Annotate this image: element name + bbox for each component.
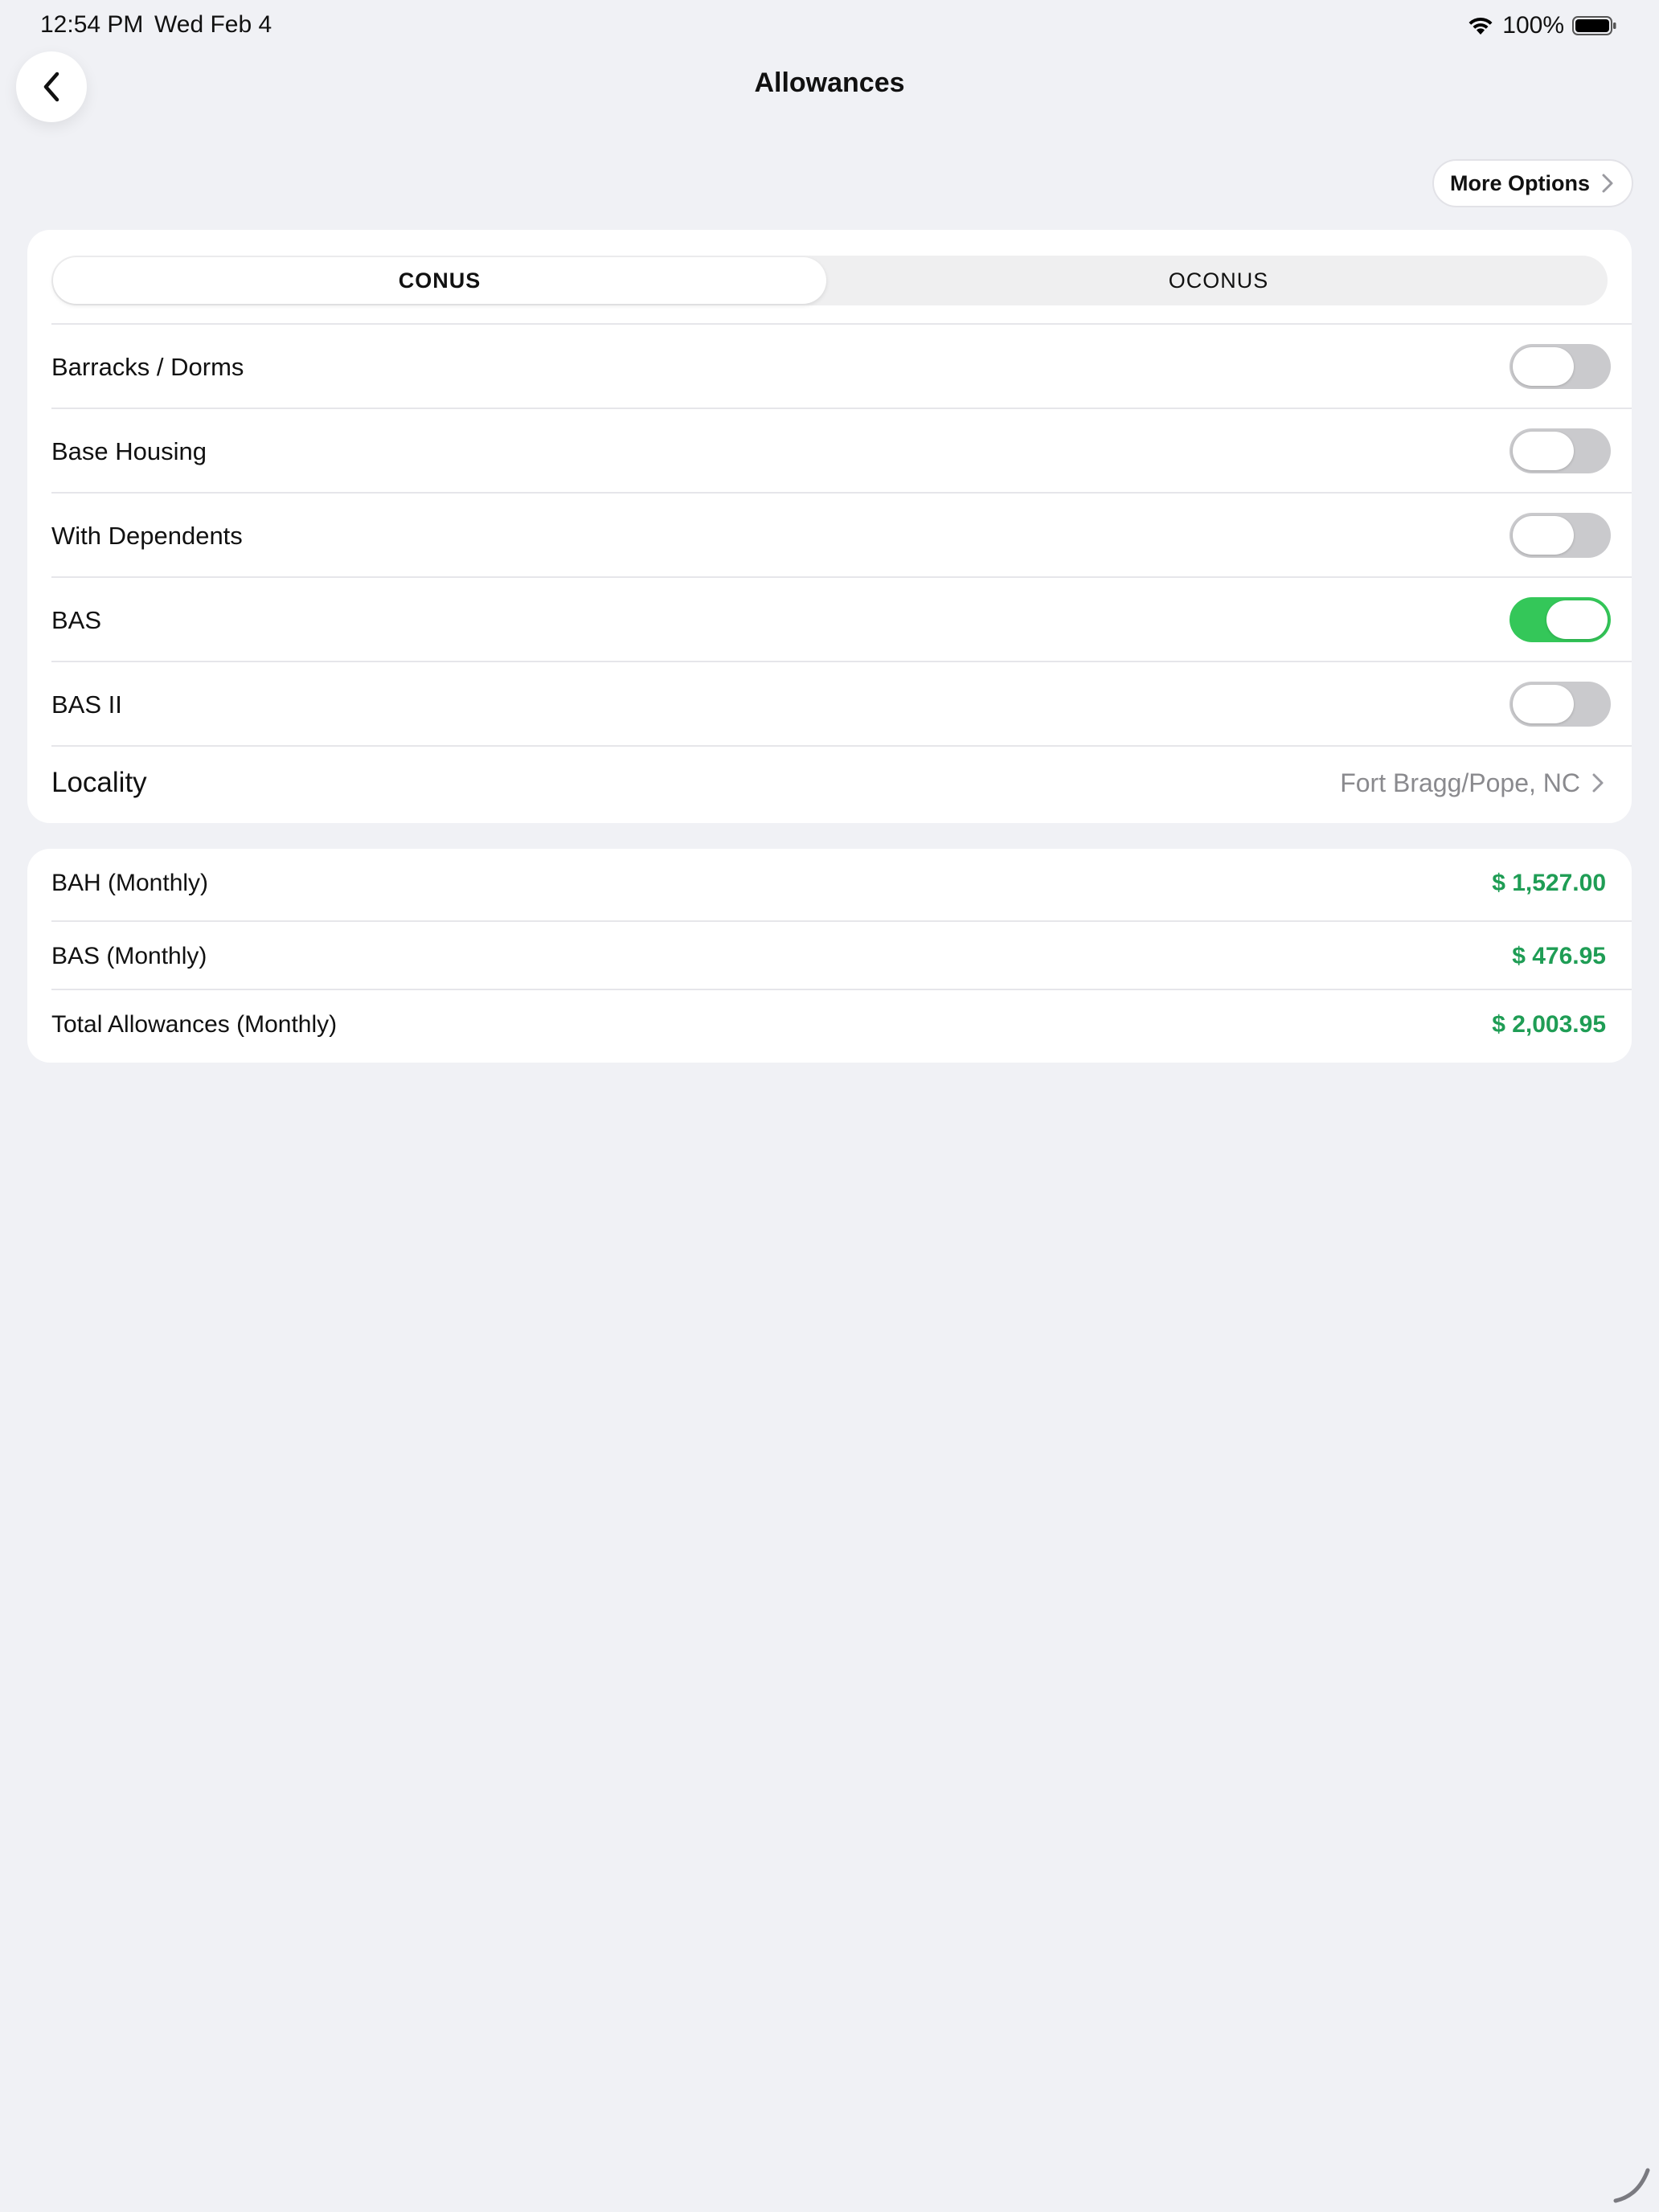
toggle-row-bas: BAS (51, 576, 1632, 661)
toggle-row-bas-ii: BAS II (51, 661, 1632, 745)
segment-conus[interactable]: CONUS (53, 257, 826, 304)
toggle-label: BAS (51, 606, 102, 634)
toggle-label: Barracks / Dorms (51, 353, 244, 381)
total-label: Total Allowances (Monthly) (51, 1011, 338, 1038)
locality-row[interactable]: Locality Fort Bragg/Pope, NC (51, 745, 1632, 823)
total-value: $ 2,003.95 (1492, 1011, 1606, 1038)
toggle-row-barracks: Barracks / Dorms (51, 323, 1632, 408)
total-value: $ 476.95 (1512, 943, 1606, 969)
locality-value: Fort Bragg/Pope, NC (1340, 768, 1580, 797)
total-label: BAH (Monthly) (51, 870, 209, 896)
chevron-right-icon (1592, 773, 1604, 793)
bas-toggle[interactable] (1509, 597, 1611, 642)
segment-oconus[interactable]: OCONUS (830, 256, 1608, 305)
toggle-label: BAS II (51, 690, 122, 719)
with-dependents-toggle[interactable] (1509, 513, 1611, 558)
more-options-button[interactable]: More Options (1432, 159, 1633, 207)
totals-card: BAH (Monthly) $ 1,527.00 BAS (Monthly) $… (27, 849, 1632, 1063)
total-value: $ 1,527.00 (1492, 870, 1606, 896)
toggle-row-base-housing: Base Housing (51, 408, 1632, 492)
locality-label: Locality (51, 767, 147, 798)
settings-card: CONUS OCONUS Barracks / Dorms Base Housi… (27, 230, 1632, 823)
status-bar: 12:54 PM Wed Feb 4 100% (0, 0, 1659, 51)
region-segmented-control: CONUS OCONUS (51, 256, 1608, 305)
status-date: Wed Feb 4 (154, 11, 272, 38)
status-time: 12:54 PM (40, 11, 144, 38)
battery-percent: 100% (1502, 12, 1564, 39)
more-options-label: More Options (1450, 170, 1590, 195)
status-indicators: 100% (1467, 10, 1617, 42)
toggle-label: With Dependents (51, 522, 243, 550)
bas-ii-toggle[interactable] (1509, 682, 1611, 727)
battery-icon (1572, 16, 1616, 35)
resize-handle-icon[interactable] (1611, 2164, 1653, 2206)
total-row-bas: BAS (Monthly) $ 476.95 (51, 920, 1632, 989)
toggle-label: Base Housing (51, 437, 207, 465)
total-row-bah: BAH (Monthly) $ 1,527.00 (51, 849, 1632, 917)
allowances-screen: 12:54 PM Wed Feb 4 100% Allowances More … (0, 0, 1659, 2212)
barracks-dorms-toggle[interactable] (1509, 344, 1611, 389)
base-housing-toggle[interactable] (1509, 428, 1611, 473)
page-title: Allowances (754, 68, 905, 98)
wifi-icon (1469, 17, 1493, 35)
chevron-right-icon (1602, 174, 1613, 193)
toggle-row-dependents: With Dependents (51, 492, 1632, 576)
total-row-total: Total Allowances (Monthly) $ 2,003.95 (51, 989, 1632, 1057)
total-label: BAS (Monthly) (51, 943, 207, 969)
